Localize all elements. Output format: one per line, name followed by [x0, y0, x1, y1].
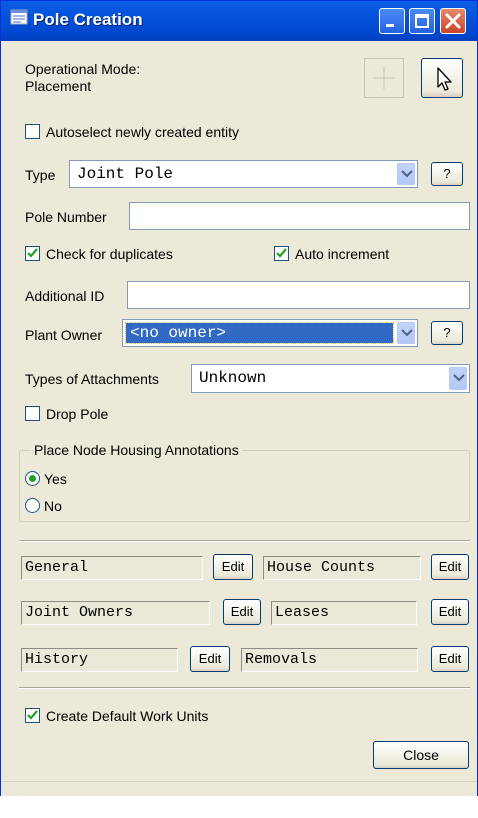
type-dropdown[interactable]: Joint Pole	[69, 160, 418, 188]
attachments-label: Types of Attachments	[25, 371, 159, 387]
close-button[interactable]: Close	[373, 741, 469, 769]
auto-increment-checkbox[interactable]	[274, 246, 289, 261]
house-counts-field: House Counts	[263, 556, 421, 580]
type-help-button[interactable]: ?	[431, 162, 463, 186]
operational-mode-label: Operational Mode:	[25, 61, 141, 77]
maximize-button[interactable]	[409, 8, 435, 34]
status-bar	[1, 781, 477, 796]
minimize-button[interactable]	[379, 8, 405, 34]
chevron-down-icon	[453, 374, 465, 382]
radio-selected-dot	[29, 475, 36, 482]
attachments-dropdown[interactable]: Unknown	[191, 364, 470, 393]
drop-pole-checkbox[interactable]	[25, 406, 40, 421]
auto-increment-label: Auto increment	[295, 246, 390, 262]
close-icon	[445, 13, 461, 29]
joint-owners-edit-button[interactable]: Edit	[223, 599, 261, 625]
pole-number-input[interactable]	[129, 202, 470, 230]
checkmark-icon	[27, 248, 38, 258]
separator	[19, 540, 470, 542]
removals-edit-button[interactable]: Edit	[431, 646, 469, 672]
housing-no-label: No	[44, 498, 62, 514]
chevron-down-icon	[401, 170, 413, 178]
operational-mode-value: Placement	[25, 78, 92, 94]
history-field: History	[21, 648, 178, 672]
plant-owner-dropdown[interactable]: <no owner>	[122, 319, 418, 347]
removals-field: Removals	[241, 648, 418, 672]
plant-owner-dropdown-arrow[interactable]	[397, 322, 415, 344]
housing-yes-radio[interactable]	[25, 471, 40, 486]
separator	[19, 687, 470, 689]
autoselect-checkbox[interactable]	[25, 124, 40, 139]
title-bar[interactable]: Pole Creation	[1, 1, 477, 41]
housing-annotations-group	[19, 450, 470, 522]
leases-field: Leases	[271, 601, 417, 625]
general-edit-button[interactable]: Edit	[213, 554, 253, 580]
type-dropdown-arrow[interactable]	[397, 163, 415, 185]
pointer-arrow-icon	[437, 67, 452, 91]
housing-annotations-legend: Place Node Housing Annotations	[31, 442, 242, 458]
additional-id-label: Additional ID	[25, 288, 105, 304]
type-value: Joint Pole	[77, 165, 174, 183]
history-edit-button[interactable]: Edit	[190, 646, 230, 672]
housing-no-radio[interactable]	[25, 498, 40, 513]
crosshair-icon	[373, 67, 395, 89]
additional-id-input[interactable]	[127, 281, 470, 309]
window-title: Pole Creation	[33, 10, 143, 29]
window-icon	[10, 9, 28, 25]
select-tool-button[interactable]	[421, 58, 463, 98]
attachments-value: Unknown	[199, 369, 267, 387]
joint-owners-field: Joint Owners	[21, 601, 210, 625]
housing-yes-label: Yes	[44, 471, 67, 487]
house-counts-edit-button[interactable]: Edit	[431, 554, 469, 580]
minimize-icon	[386, 24, 394, 27]
default-work-units-label: Create Default Work Units	[46, 708, 209, 724]
type-label: Type	[25, 167, 56, 183]
close-window-button[interactable]	[440, 8, 466, 34]
plant-owner-value: <no owner>	[130, 324, 227, 342]
default-work-units-checkbox[interactable]	[25, 708, 40, 723]
place-tool-button[interactable]	[364, 58, 404, 98]
pole-number-label: Pole Number	[25, 209, 107, 225]
drop-pole-label: Drop Pole	[46, 406, 109, 422]
plant-owner-label: Plant Owner	[25, 327, 103, 343]
check-duplicates-label: Check for duplicates	[46, 246, 173, 262]
plant-owner-help-button[interactable]: ?	[431, 321, 463, 345]
maximize-icon	[415, 14, 429, 28]
check-duplicates-checkbox[interactable]	[25, 246, 40, 261]
leases-edit-button[interactable]: Edit	[431, 599, 469, 625]
attachments-dropdown-arrow[interactable]	[449, 367, 467, 390]
chevron-down-icon	[401, 329, 413, 337]
checkmark-icon	[27, 710, 38, 720]
checkmark-icon	[276, 248, 287, 258]
autoselect-label: Autoselect newly created entity	[46, 124, 239, 140]
pole-creation-window: Pole Creation Operational Mode: Placemen…	[0, 0, 478, 796]
general-field: General	[21, 556, 203, 580]
